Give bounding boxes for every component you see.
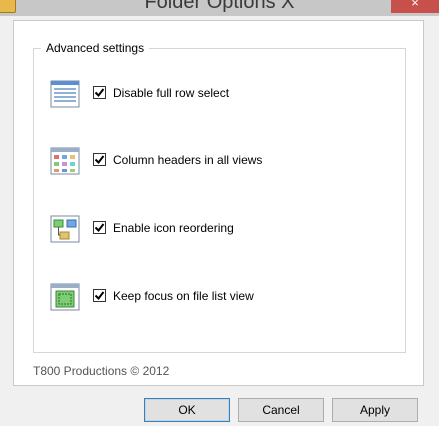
close-button[interactable]: × bbox=[391, 0, 439, 13]
checkbox-keep-focus-file-list[interactable] bbox=[93, 289, 106, 302]
cancel-button[interactable]: Cancel bbox=[238, 398, 324, 422]
ok-button[interactable]: OK bbox=[144, 398, 230, 422]
copyright-text: T800 Productions © 2012 bbox=[33, 364, 170, 378]
apply-button[interactable]: Apply bbox=[332, 398, 418, 422]
checkbox-column-headers[interactable] bbox=[93, 153, 106, 166]
advanced-settings-group: Advanced settings Disable full row selec… bbox=[33, 41, 406, 353]
title-bar: Folder Options X × bbox=[0, 0, 439, 16]
window-title: Folder Options X bbox=[144, 0, 295, 13]
option-label-column-headers: Column headers in all views bbox=[113, 153, 263, 167]
focus-list-icon bbox=[50, 283, 80, 311]
checkbox-enable-icon-reordering[interactable] bbox=[93, 221, 106, 234]
option-label-enable-icon-reordering: Enable icon reordering bbox=[113, 221, 234, 235]
details-view-icon bbox=[50, 80, 80, 108]
dialog-panel: Advanced settings Disable full row selec… bbox=[13, 20, 424, 386]
option-label-disable-full-row-select: Disable full row select bbox=[113, 86, 230, 100]
icon-reorder-icon bbox=[50, 215, 80, 243]
option-label-keep-focus-file-list: Keep focus on file list view bbox=[113, 289, 254, 303]
group-title: Advanced settings bbox=[41, 41, 150, 55]
checkbox-disable-full-row-select[interactable] bbox=[93, 86, 106, 99]
column-grid-icon bbox=[50, 147, 80, 175]
